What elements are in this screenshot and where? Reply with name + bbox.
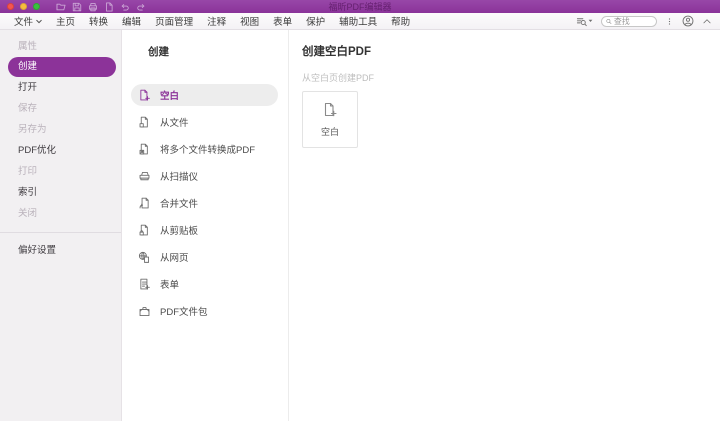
more-options-button[interactable] xyxy=(665,16,674,27)
new-document-icon[interactable] xyxy=(104,2,114,12)
create-item-label: 从网页 xyxy=(160,253,189,264)
sidebar-item-open[interactable]: 打开 xyxy=(0,77,121,98)
from-file-icon xyxy=(138,116,151,129)
create-item-convert-multiple[interactable]: 将多个文件转换成PDF xyxy=(131,138,278,160)
portfolio-icon xyxy=(138,305,151,318)
create-item-label: 从文件 xyxy=(160,118,189,129)
sidebar-item-create[interactable]: 创建 xyxy=(8,57,116,77)
quick-access-toolbar xyxy=(56,2,146,12)
sidebar-item-pdf-optimize[interactable]: PDF优化 xyxy=(0,140,121,161)
account-button[interactable] xyxy=(682,15,694,27)
sidebar-item-save: 保存 xyxy=(18,103,38,114)
menu-bar-right xyxy=(576,15,712,27)
combine-files-icon xyxy=(138,197,151,210)
scanner-icon xyxy=(138,170,151,183)
create-blank-pdf-panel: 创建空白PDF 从空白页创建PDF 空白 xyxy=(289,30,720,421)
undo-icon[interactable] xyxy=(120,2,130,12)
form-icon xyxy=(138,278,151,291)
create-panel-title: 创建 xyxy=(148,46,169,58)
traffic-lights xyxy=(7,3,40,10)
convert-multiple-icon xyxy=(138,143,151,156)
chevron-up-icon xyxy=(703,19,711,24)
file-menu-sidebar: 属性 创建 打开 保存 另存为 PDF优化 打印 索引 关闭 偏好设置 xyxy=(0,30,122,421)
create-item-form[interactable]: 表单 xyxy=(131,273,278,295)
menu-convert[interactable]: 转换 xyxy=(89,14,108,28)
detail-title: 创建空白PDF xyxy=(302,46,371,58)
create-item-label: 从剪贴板 xyxy=(160,226,199,237)
sidebar-item-preferences[interactable]: 偏好设置 xyxy=(0,240,121,261)
create-item-blank[interactable]: 空白 xyxy=(131,84,278,106)
create-item-from-file[interactable]: 从文件 xyxy=(131,111,278,133)
webpage-icon xyxy=(138,251,151,264)
collapse-toolbar-button[interactable] xyxy=(702,17,712,25)
create-item-combine-files[interactable]: 合并文件 xyxy=(131,192,278,214)
zoom-window-button[interactable] xyxy=(33,3,40,10)
redo-icon[interactable] xyxy=(136,2,146,12)
find-replace-button[interactable] xyxy=(576,16,593,27)
menu-home[interactable]: 主页 xyxy=(56,14,75,28)
minimize-window-button[interactable] xyxy=(20,3,27,10)
sidebar-item-index[interactable]: 索引 xyxy=(0,182,121,203)
menu-comment[interactable]: 注释 xyxy=(207,14,226,28)
sidebar-divider xyxy=(0,232,121,233)
print-icon[interactable] xyxy=(88,2,98,12)
menu-help[interactable]: 帮助 xyxy=(391,14,410,28)
search-icon xyxy=(606,18,612,24)
sidebar-item-properties: 属性 xyxy=(18,41,38,52)
blank-page-icon xyxy=(322,102,338,118)
create-item-label: 从扫描仪 xyxy=(160,172,199,183)
create-item-from-clipboard[interactable]: 从剪贴板 xyxy=(131,219,278,241)
create-item-from-scanner[interactable]: 从扫描仪 xyxy=(131,165,278,187)
backstage-view: 属性 创建 打开 保存 另存为 PDF优化 打印 索引 关闭 偏好设置 创建 空… xyxy=(0,30,720,421)
create-options-panel: 创建 空白 从文件 将多个文件转换成PDF 从扫描仪 合并文件 从剪贴板 从网页… xyxy=(122,30,289,421)
menu-page-management[interactable]: 页面管理 xyxy=(155,14,193,28)
create-item-label: 空白 xyxy=(160,91,180,102)
close-window-button[interactable] xyxy=(7,3,14,10)
menu-view[interactable]: 视图 xyxy=(240,14,259,28)
open-folder-icon[interactable] xyxy=(56,2,66,12)
menu-file[interactable]: 文件 xyxy=(14,14,42,28)
blank-page-icon xyxy=(138,89,151,102)
create-options-list: 空白 从文件 将多个文件转换成PDF 从扫描仪 合并文件 从剪贴板 从网页 表单… xyxy=(122,84,288,322)
create-item-label: 将多个文件转换成PDF xyxy=(160,145,256,156)
menu-accessibility-tools[interactable]: 辅助工具 xyxy=(339,14,377,28)
menu-bar: 文件 主页 转换 编辑 页面管理 注释 视图 表单 保护 辅助工具 帮助 xyxy=(0,13,720,30)
detail-subtitle: 从空白页创建PDF xyxy=(302,73,375,83)
clipboard-icon xyxy=(138,224,151,237)
search-input[interactable] xyxy=(613,16,652,26)
caret-down-icon xyxy=(588,19,593,22)
account-avatar-icon xyxy=(682,15,694,27)
menu-edit[interactable]: 编辑 xyxy=(122,14,141,28)
menu-form[interactable]: 表单 xyxy=(273,14,292,28)
create-item-label: 表单 xyxy=(160,280,180,291)
create-item-pdf-portfolio[interactable]: PDF文件包 xyxy=(131,300,278,322)
ellipsis-vertical-icon xyxy=(668,17,671,25)
menu-items: 文件 主页 转换 编辑 页面管理 注释 视图 表单 保护 辅助工具 帮助 xyxy=(14,14,410,28)
create-item-label: 合并文件 xyxy=(160,199,199,210)
find-replace-icon xyxy=(576,17,587,26)
blank-card-label: 空白 xyxy=(320,126,339,137)
search-box[interactable] xyxy=(601,15,657,27)
blank-pdf-card[interactable]: 空白 xyxy=(302,91,358,148)
save-icon[interactable] xyxy=(72,2,82,12)
sidebar-item-save-as: 另存为 xyxy=(18,124,47,135)
chevron-down-icon xyxy=(36,19,42,23)
sidebar-item-close: 关闭 xyxy=(18,208,38,219)
sidebar-item-print: 打印 xyxy=(18,166,38,177)
create-item-label: PDF文件包 xyxy=(160,307,208,318)
create-item-from-webpage[interactable]: 从网页 xyxy=(131,246,278,268)
title-bar: 福昕PDF编辑器 xyxy=(0,0,720,13)
menu-protect[interactable]: 保护 xyxy=(306,14,325,28)
